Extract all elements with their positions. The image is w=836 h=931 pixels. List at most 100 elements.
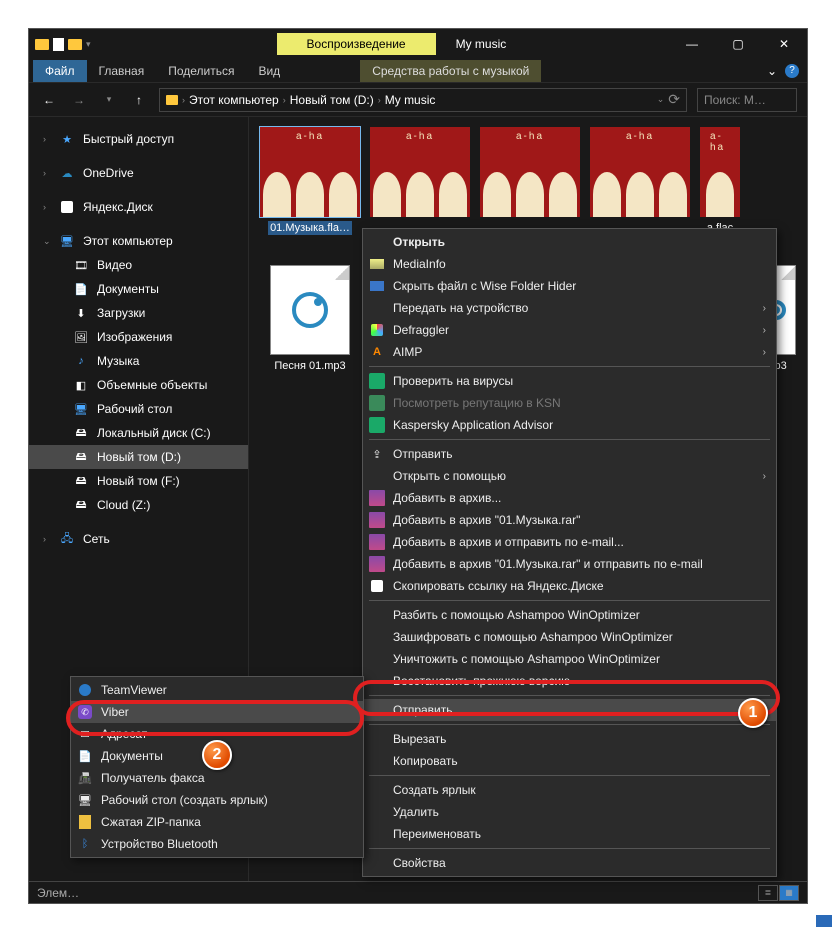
sidebar-item-drive-z[interactable]: 🖴Cloud (Z:) <box>29 493 248 517</box>
chevron-right-icon: › <box>763 471 766 482</box>
ctx-item-delete[interactable]: Удалить <box>363 801 776 823</box>
sidebar-item-drive-d[interactable]: 🖴Новый том (D:) <box>29 445 248 469</box>
ctx-item-ashampoo-split[interactable]: Разбить с помощью Ashampoo WinOptimizer <box>363 604 776 626</box>
separator <box>369 724 770 725</box>
history-button[interactable]: ▾ <box>99 94 119 105</box>
aimp-icon: A <box>369 344 385 360</box>
context-menu: Открыть MediaInfo Скрыть файл с Wise Fol… <box>362 228 777 877</box>
ctx-item-addemail[interactable]: Добавить в архив и отправить по e-mail..… <box>363 531 776 553</box>
tab-home[interactable]: Главная <box>87 60 157 82</box>
pc-icon: 🖥 <box>59 233 75 249</box>
document-icon: 📄 <box>73 281 89 297</box>
sidebar-item-desktop[interactable]: 🖥Рабочий стол <box>29 397 248 421</box>
file-name: 01.Музыка.fla… <box>268 221 352 235</box>
folder-icon <box>35 39 49 50</box>
crumb[interactable]: Этот компьютер <box>189 93 279 107</box>
music-icon: ♪ <box>73 353 89 369</box>
back-button[interactable]: ← <box>39 93 59 107</box>
search-input[interactable]: Поиск: M… <box>697 88 797 112</box>
kaspersky-icon <box>369 395 385 411</box>
sidebar-item-network[interactable]: ›🖧Сеть <box>29 527 248 551</box>
desktop-icon: 🖥 <box>73 401 89 417</box>
ctx-item-ashampoo-encrypt[interactable]: Зашифровать с помощью Ashampoo WinOptimi… <box>363 626 776 648</box>
ctx-item-restoreprev[interactable]: Восстановить прежнюю версию <box>363 670 776 692</box>
ctx-item-copy[interactable]: Копировать <box>363 750 776 772</box>
view-icons-button[interactable]: ▦ <box>779 885 799 901</box>
file-item[interactable]: 01.Музыка.fla… <box>259 127 361 249</box>
ctx-item-mediainfo[interactable]: MediaInfo <box>363 253 776 275</box>
view-details-button[interactable]: ≣ <box>758 885 778 901</box>
tab-view[interactable]: Вид <box>246 60 292 82</box>
refresh-icon[interactable]: ⟳ <box>668 91 680 108</box>
ctx-item-rename[interactable]: Переименовать <box>363 823 776 845</box>
ctx-item-yadisk-link[interactable]: Скопировать ссылку на Яндекс.Диске <box>363 575 776 597</box>
chevron-right-icon: › <box>763 347 766 358</box>
ctx-item-defraggler[interactable]: Defraggler› <box>363 319 776 341</box>
sidebar-item-documents[interactable]: 📄Документы <box>29 277 248 301</box>
help-icon[interactable]: ? <box>785 64 799 78</box>
sub-item-bluetooth[interactable]: ᛒУстройство Bluetooth <box>71 833 363 855</box>
ctx-item-open[interactable]: Открыть <box>363 231 776 253</box>
sub-item-zip[interactable]: Сжатая ZIP-папка <box>71 811 363 833</box>
tab-share[interactable]: Поделиться <box>156 60 246 82</box>
sidebar-item-pictures[interactable]: 🖼Изображения <box>29 325 248 349</box>
kaspersky-icon <box>369 373 385 389</box>
network-icon: 🖧 <box>59 531 75 547</box>
sidebar-item-3dobjects[interactable]: ◧Объемные объекты <box>29 373 248 397</box>
video-icon: 🎞 <box>73 257 89 273</box>
breadcrumb[interactable]: › Этот компьютер› Новый том (D:)› My mus… <box>159 88 687 112</box>
crumb[interactable]: Новый том (D:) <box>290 93 374 107</box>
sidebar-item-drive-f[interactable]: 🖴Новый том (F:) <box>29 469 248 493</box>
sidebar-item-onedrive[interactable]: ›☁OneDrive <box>29 161 248 185</box>
ctx-item-ksn: Посмотреть репутацию в KSN <box>363 392 776 414</box>
callout-badge-1: 1 <box>738 698 768 728</box>
tab-file[interactable]: Файл <box>33 60 87 82</box>
sidebar-item-yandexdisk[interactable]: ›Яндекс.Диск <box>29 195 248 219</box>
close-button[interactable]: ✕ <box>761 29 807 59</box>
bluetooth-icon: ᛒ <box>77 836 93 852</box>
ctx-item-ashampoo-destroy[interactable]: Уничтожить с помощью Ashampoo WinOptimiz… <box>363 648 776 670</box>
crumb[interactable]: My music <box>385 93 436 107</box>
status-text: Элем… <box>37 886 79 900</box>
minimize-button[interactable]: — <box>669 29 715 59</box>
sidebar-item-drive-c[interactable]: 🖴Локальный диск (C:) <box>29 421 248 445</box>
file-item[interactable]: Песня 01.mp3 <box>259 265 361 387</box>
kaspersky-icon <box>369 417 385 433</box>
ctx-item-cast[interactable]: Передать на устройство› <box>363 297 776 319</box>
sidebar-item-downloads[interactable]: ⬇Загрузки <box>29 301 248 325</box>
sidebar-item-thispc[interactable]: ⌄🖥Этот компьютер <box>29 229 248 253</box>
ctx-item-addarchivename[interactable]: Добавить в архив "01.Музыка.rar" <box>363 509 776 531</box>
sidebar-item-videos[interactable]: 🎞Видео <box>29 253 248 277</box>
maximize-button[interactable]: ▢ <box>715 29 761 59</box>
ctx-item-openwith[interactable]: Открыть с помощью› <box>363 465 776 487</box>
ctx-item-wisehide[interactable]: Скрыть файл с Wise Folder Hider <box>363 275 776 297</box>
desktop-icon: 🖥 <box>77 792 93 808</box>
sub-item-fax[interactable]: 📠Получатель факса <box>71 767 363 789</box>
sub-item-viber[interactable]: ✆Viber <box>71 701 363 723</box>
sidebar-item-music[interactable]: ♪Музыка <box>29 349 248 373</box>
titlebar: ▾ Воспроизведение My music — ▢ ✕ <box>29 29 807 59</box>
ctx-item-sendto[interactable]: Отправить› <box>363 699 776 721</box>
up-button[interactable]: ↑ <box>129 93 149 107</box>
mediainfo-icon <box>369 256 385 272</box>
sidebar-item-quickaccess[interactable]: ›★Быстрый доступ <box>29 127 248 151</box>
forward-button[interactable]: → <box>69 93 89 107</box>
ctx-item-share[interactable]: ⇪Отправить <box>363 443 776 465</box>
ctx-item-cut[interactable]: Вырезать <box>363 728 776 750</box>
ctx-item-viruscheck[interactable]: Проверить на вирусы <box>363 370 776 392</box>
ctx-item-addarchive[interactable]: Добавить в архив... <box>363 487 776 509</box>
ctx-item-kavadvisor[interactable]: Kaspersky Application Advisor <box>363 414 776 436</box>
sub-item-desktoplink[interactable]: 🖥Рабочий стол (создать ярлык) <box>71 789 363 811</box>
ribbon-toggle[interactable]: ⌄? <box>759 64 807 78</box>
drive-icon: 🖴 <box>73 473 89 489</box>
caption-buttons: — ▢ ✕ <box>669 29 807 59</box>
winrar-icon <box>369 556 385 572</box>
sub-item-teamviewer[interactable]: TeamViewer <box>71 679 363 701</box>
ctx-item-shortcut[interactable]: Создать ярлык <box>363 779 776 801</box>
ctx-item-addemailname[interactable]: Добавить в архив "01.Музыка.rar" и отпра… <box>363 553 776 575</box>
ctx-item-properties[interactable]: Свойства <box>363 852 776 874</box>
ctx-item-aimp[interactable]: AAIMP› <box>363 341 776 363</box>
quick-access-toolbar: ▾ <box>29 38 97 51</box>
chevron-right-icon: › <box>763 303 766 314</box>
tab-music-tools[interactable]: Средства работы с музыкой <box>360 60 541 82</box>
